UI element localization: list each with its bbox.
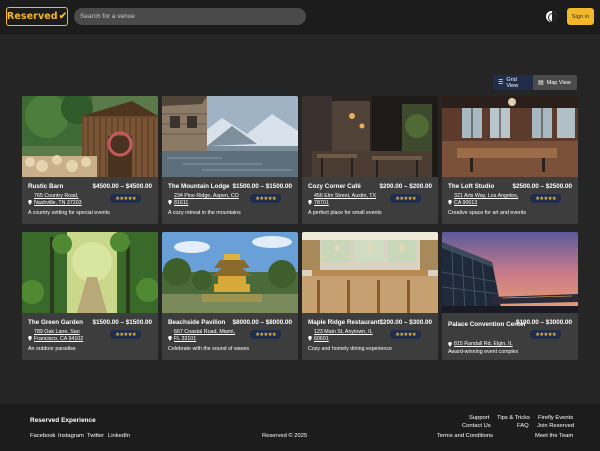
venue-search-input[interactable] (74, 8, 306, 25)
footer-link-contact[interactable]: Contact Us (462, 423, 491, 429)
venue-card[interactable]: Rustic Barn $4500.00 – $4500.00 765 Coun… (22, 96, 158, 224)
venue-photo-palace-convention-center (442, 232, 578, 313)
star-rating: ★★★★★ (530, 330, 561, 339)
venue-address[interactable]: 667 Coastal Road, Miami, FL 33101 (174, 329, 242, 343)
star-rating: ★★★★★ (530, 194, 561, 203)
list-icon: ☰ (498, 80, 504, 86)
map-icon: ▤ (538, 80, 544, 86)
reserved-logo[interactable]: Reserved ✔ (6, 7, 68, 26)
venue-photo-mountain-lodge (162, 96, 298, 177)
sign-in-button[interactable]: Sign in (567, 8, 594, 25)
venue-description: Creative space for art and events (448, 210, 527, 216)
venue-price: $4500.00 – $4500.00 (92, 183, 152, 190)
star-rating: ★★★★★ (390, 330, 421, 339)
location-pin-icon (308, 200, 312, 205)
venue-card[interactable]: The Green Garden $1500.00 – $1500.00 789… (22, 232, 158, 360)
location-pin-icon (28, 200, 32, 205)
instagram-link[interactable]: Instagram (58, 433, 84, 439)
venue-description: Award-winning event complex (448, 349, 519, 355)
map-view-label: Map View (546, 79, 571, 86)
facebook-link[interactable]: Facebook (30, 433, 55, 439)
venue-name: Beachside Pavilion (168, 319, 226, 326)
grid-view-button[interactable]: ☰ Grid View (493, 75, 533, 90)
venue-photo-rustic-barn (22, 96, 158, 177)
view-toggle: ☰ Grid View ▤ Map View (493, 75, 577, 90)
venue-photo-cozy-corner-cafe (302, 96, 438, 177)
venue-description: A country setting for special events (28, 210, 110, 216)
copyright: Reserved © 2025 (262, 433, 308, 439)
venue-price: $200.00 – $300.00 (379, 319, 432, 326)
venue-price: $200.00 – $200.00 (379, 183, 432, 190)
star-rating: ★★★★★ (390, 194, 421, 203)
venue-price: $100.00 – $3000.00 (515, 319, 572, 326)
venue-name: The Mountain Lodge (168, 183, 230, 190)
linkedin-link[interactable]: LinkedIn (108, 433, 130, 439)
star-rating: ★★★★★ (110, 330, 141, 339)
star-rating: ★★★★★ (110, 194, 141, 203)
venue-name: The Loft Studio (448, 183, 495, 190)
venue-price: $1500.00 – $1500.00 (232, 183, 292, 190)
venue-address[interactable]: 456 Elm Street, Austin, TX 78701 (314, 193, 382, 207)
footer-title: Reserved Experience (30, 417, 96, 424)
logo-text: Reserved (6, 11, 58, 22)
location-pin-icon (28, 336, 32, 341)
venue-name: The Green Garden (28, 319, 83, 326)
venue-price: $1500.00 – $1500.00 (92, 319, 152, 326)
footer: Reserved Experience Facebook Instagram T… (0, 404, 600, 451)
venue-description: An outdoor paradise (28, 346, 76, 352)
venue-description: A cozy retreat in the mountains (168, 210, 241, 216)
venue-address[interactable]: 234 Pine Ridge, Aspen, CO 81611 (174, 193, 242, 207)
venue-price: $8000.00 – $8000.00 (232, 319, 292, 326)
location-pin-icon (308, 336, 312, 341)
venue-name: Rustic Barn (28, 183, 64, 190)
venue-card[interactable]: Cozy Corner Café $200.00 – $200.00 456 E… (302, 96, 438, 224)
footer-link-faq[interactable]: FAQ (517, 423, 529, 429)
venue-price: $2500.00 – $2500.00 (512, 183, 572, 190)
venue-address[interactable]: 789 Oak Lane, San Francisco, CA 94102 (34, 329, 102, 343)
footer-link-join[interactable]: Join Reserved (537, 423, 574, 429)
footer-link-meet-team[interactable]: Meet the Team (535, 433, 573, 439)
location-pin-icon (448, 342, 452, 347)
venue-photo-maple-ridge-restaurant (302, 232, 438, 313)
star-rating: ★★★★★ (250, 330, 281, 339)
footer-link-support[interactable]: Support (469, 415, 489, 421)
checkmark-icon: ✔ (58, 11, 68, 22)
twitter-link[interactable]: Twitter (87, 433, 104, 439)
venue-address[interactable]: 123 Main St, Anytown, IL 60601 (314, 329, 382, 343)
venue-name: Maple Ridge Restaurant (308, 319, 380, 326)
theme-toggle-icon[interactable] (546, 11, 557, 22)
venue-card[interactable]: The Mountain Lodge $1500.00 – $1500.00 2… (162, 96, 298, 224)
top-nav: Reserved✔ Sign in (0, 0, 600, 34)
location-pin-icon (168, 200, 172, 205)
venue-address[interactable]: 765 Country Road, Nashville, TN 37203 (34, 193, 102, 207)
venue-description: Cozy and homely dining experience (308, 346, 392, 352)
map-view-button[interactable]: ▤ Map View (533, 75, 577, 90)
venue-photo-loft-studio (442, 96, 578, 177)
venue-description: A perfect place for small events (308, 210, 382, 216)
venue-card[interactable]: Maple Ridge Restaurant $200.00 – $300.00… (302, 232, 438, 360)
venue-card[interactable]: The Loft Studio $2500.00 – $2500.00 321 … (442, 96, 578, 224)
footer-link-firefly-events[interactable]: Firefly Events (538, 415, 573, 421)
footer-link-tips[interactable]: Tips & Tricks (497, 415, 530, 421)
venue-photo-green-garden (22, 232, 158, 313)
venue-card[interactable]: Beachside Pavilion $8000.00 – $8000.00 6… (162, 232, 298, 360)
location-pin-icon (168, 336, 172, 341)
venue-address[interactable]: 815 Randall Rd, Elgin, IL (454, 341, 534, 348)
venue-description: Celebrate with the sound of waves (168, 346, 249, 352)
star-rating: ★★★★★ (250, 194, 281, 203)
venue-name: Cozy Corner Café (308, 183, 361, 190)
footer-link-terms[interactable]: Terms and Conditions (437, 433, 493, 439)
grid-view-label: Grid View (506, 76, 519, 89)
venue-photo-beachside-pavilion (162, 232, 298, 313)
venue-card[interactable]: Palace Convention Center $100.00 – $3000… (442, 232, 578, 360)
venue-address[interactable]: 321 Arts Way, Los Angeles, CA 90013 (454, 193, 522, 207)
location-pin-icon (448, 200, 452, 205)
